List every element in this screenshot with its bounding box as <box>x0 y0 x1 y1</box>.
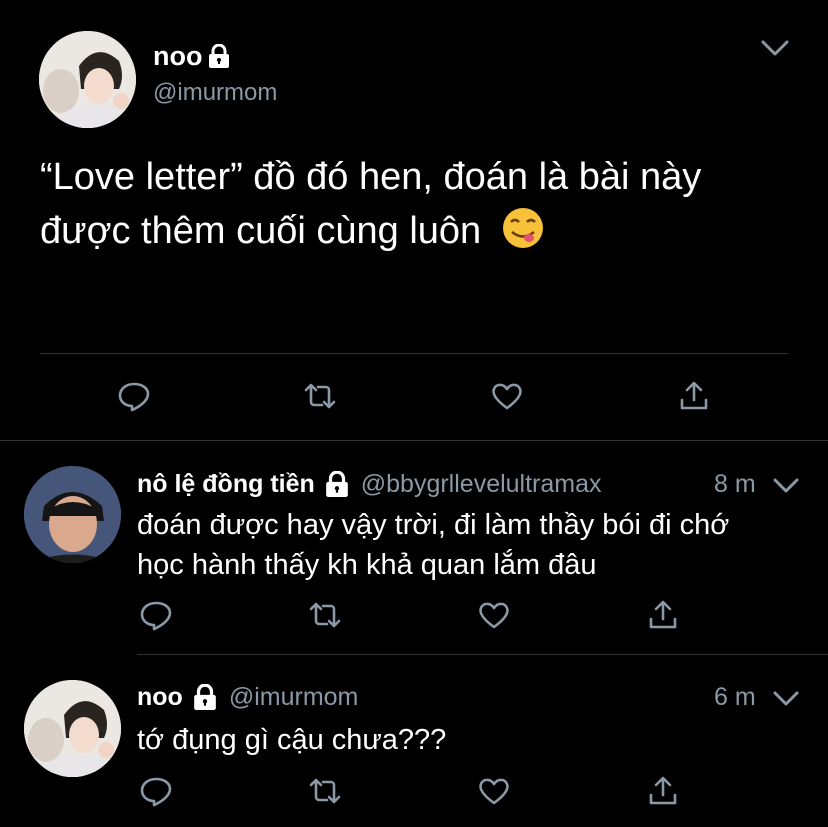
reply-icon[interactable] <box>116 378 152 414</box>
heart-icon[interactable] <box>476 773 512 809</box>
tweet-text: đoán được hay vậy trời, đi làm thầy bói … <box>137 505 807 585</box>
display-name[interactable]: nô lệ đồng tiền <box>137 470 315 499</box>
share-icon[interactable] <box>645 773 681 809</box>
handle[interactable]: @bbygrllevelultramax <box>361 470 602 499</box>
reply-header: nô lệ đồng tiền @bbygrllevelultramax <box>137 469 602 499</box>
retweet-icon[interactable] <box>302 378 338 414</box>
chevron-down-icon[interactable] <box>768 680 804 716</box>
reply-header: noo @imurmom <box>137 682 358 712</box>
avatar-photo <box>39 31 136 128</box>
share-icon[interactable] <box>676 378 712 414</box>
lock-icon <box>208 44 230 68</box>
lock-icon <box>325 471 349 497</box>
avatar-photo <box>24 466 121 563</box>
share-icon[interactable] <box>645 597 681 633</box>
avatar[interactable] <box>39 31 136 128</box>
display-name[interactable]: noo <box>153 41 202 72</box>
divider <box>40 353 788 354</box>
avatar-photo <box>24 680 121 777</box>
chevron-down-icon[interactable] <box>757 30 793 66</box>
handle[interactable]: @imurmom <box>229 683 359 712</box>
reply-icon[interactable] <box>138 773 174 809</box>
handle[interactable]: @imurmom <box>153 79 277 107</box>
display-name-row: noo <box>153 40 230 72</box>
emoji <box>502 207 544 264</box>
divider <box>137 654 828 655</box>
heart-icon[interactable] <box>476 597 512 633</box>
timestamp[interactable]: 6 m <box>714 683 756 712</box>
chevron-down-icon[interactable] <box>768 467 804 503</box>
divider <box>0 440 828 441</box>
heart-icon[interactable] <box>489 378 525 414</box>
timestamp[interactable]: 8 m <box>714 470 756 499</box>
tweet-text: “Love letter” đồ đó hen, đoán là bài này… <box>40 150 800 264</box>
tweet-text-line: đoán được hay vậy trời, đi làm thầy bói … <box>137 509 730 541</box>
display-name[interactable]: noo <box>137 683 183 712</box>
avatar[interactable] <box>24 680 121 777</box>
tweet-text: tớ đụng gì cậu chưa??? <box>137 724 447 756</box>
retweet-icon[interactable] <box>307 773 343 809</box>
tweet-text-line: được thêm cuối cùng luôn <box>40 204 800 264</box>
tweet-text-line: “Love letter” đồ đó hen, đoán là bài này <box>40 156 702 198</box>
retweet-icon[interactable] <box>307 597 343 633</box>
avatar[interactable] <box>24 466 121 563</box>
reply-icon[interactable] <box>138 597 174 633</box>
lock-icon <box>193 684 217 710</box>
tweet-text-line: học hành thấy kh khả quan lắm đâu <box>137 549 597 581</box>
